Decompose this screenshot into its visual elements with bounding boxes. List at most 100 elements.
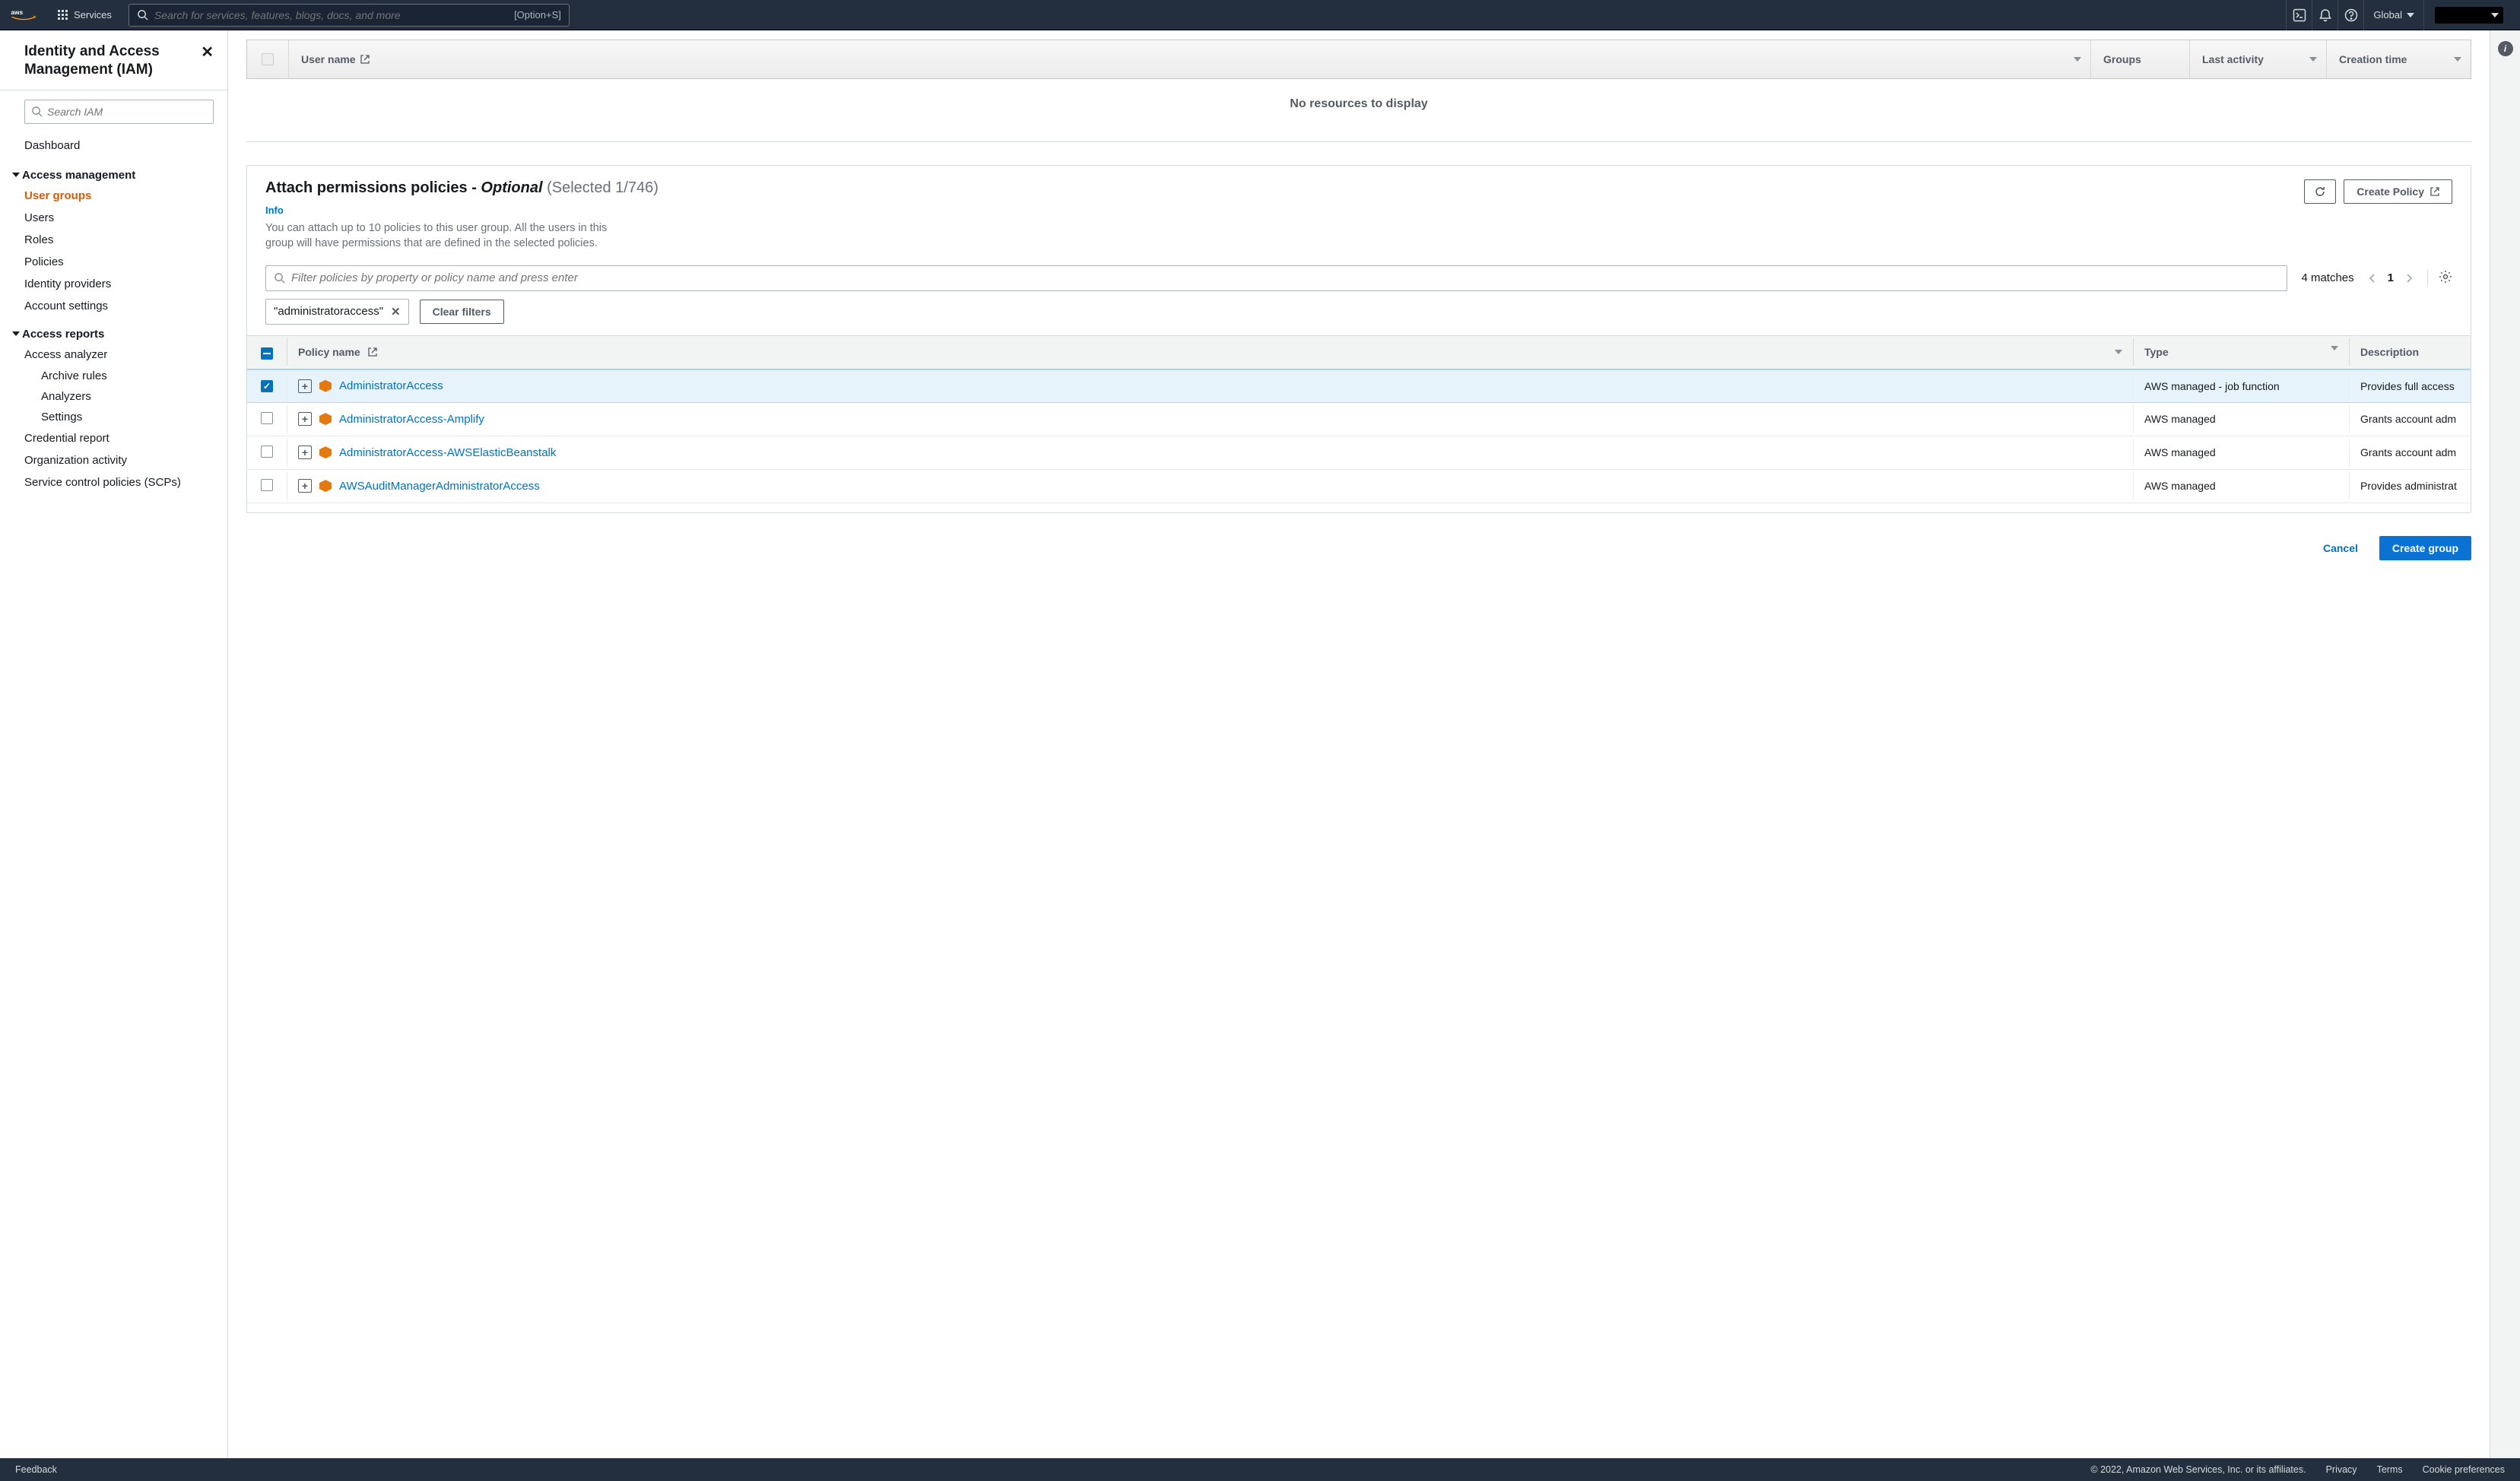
help-panel-toggle[interactable]: i <box>2498 41 2513 56</box>
policy-name-link[interactable]: AdministratorAccess <box>339 379 443 392</box>
policy-filter[interactable] <box>265 265 2287 291</box>
next-page-button[interactable] <box>2406 273 2414 284</box>
nav-section-label: Access reports <box>22 328 104 341</box>
policy-type-cell: AWS managed <box>2133 405 2349 433</box>
col-policy-description[interactable]: Description <box>2349 338 2471 366</box>
refresh-icon <box>2314 186 2326 198</box>
table-settings-button[interactable] <box>2427 270 2452 286</box>
top-navigation: aws Services [Option+S] Global <box>0 0 2520 30</box>
policy-row-checkbox[interactable] <box>247 404 287 434</box>
chevron-down-icon <box>12 173 20 177</box>
nav-section-access-reports[interactable]: Access reports <box>0 317 227 344</box>
chevron-down-icon <box>12 331 20 336</box>
nav-scps[interactable]: Service control policies (SCPs) <box>0 471 227 493</box>
nav-dashboard[interactable]: Dashboard <box>0 133 227 158</box>
nav-organization-activity[interactable]: Organization activity <box>0 449 227 471</box>
aws-logo[interactable]: aws <box>11 8 36 23</box>
col-user-name[interactable]: User name <box>288 40 2090 78</box>
title-prefix: Attach permissions policies - <box>265 179 481 196</box>
help-button[interactable] <box>2338 0 2363 30</box>
policy-filter-input[interactable] <box>291 271 2279 284</box>
info-link[interactable]: Info <box>265 205 659 216</box>
sort-icon <box>2331 346 2338 350</box>
expand-button[interactable]: + <box>298 412 312 426</box>
expand-button[interactable]: + <box>298 379 312 393</box>
search-icon <box>137 9 148 21</box>
header-actions: Create Policy <box>2304 179 2452 252</box>
clear-filters-button[interactable]: Clear filters <box>420 300 504 324</box>
account-menu[interactable] <box>2423 0 2509 30</box>
policy-row-checkbox[interactable] <box>247 372 287 400</box>
prev-page-button[interactable] <box>2368 273 2376 284</box>
selected-count: (Selected 1/746) <box>547 179 659 196</box>
copyright: © 2022, Amazon Web Services, Inc. or its… <box>2090 1464 2306 1475</box>
sidebar-search-input[interactable] <box>47 106 207 118</box>
close-sidebar-button[interactable]: ✕ <box>201 43 214 62</box>
filter-row: 4 matches 1 <box>247 252 2471 299</box>
cancel-button[interactable]: Cancel <box>2311 536 2370 560</box>
policy-name-cell: + AdministratorAccess-Amplify <box>287 404 2133 433</box>
nav-user-groups[interactable]: User groups <box>0 185 227 207</box>
cloudshell-button[interactable] <box>2286 0 2312 30</box>
chevron-down-icon <box>2407 13 2414 17</box>
account-name-redacted <box>2435 7 2503 24</box>
expand-button[interactable]: + <box>298 446 312 459</box>
col-groups[interactable]: Groups <box>2090 40 2189 78</box>
button-label: Create Policy <box>2357 186 2424 198</box>
chip-remove-button[interactable]: ✕ <box>391 305 401 319</box>
policy-name-cell: + AWSAuditManagerAdministratorAccess <box>287 471 2133 500</box>
col-policy-type[interactable]: Type <box>2133 338 2349 366</box>
col-policy-name[interactable]: Policy name <box>287 338 2133 366</box>
nav-archive-rules[interactable]: Archive rules <box>0 366 227 386</box>
global-search-input[interactable] <box>154 9 514 21</box>
nav-policies[interactable]: Policies <box>0 251 227 273</box>
services-menu-button[interactable]: Services <box>50 6 119 24</box>
button-label: Create group <box>2392 542 2458 554</box>
create-policy-button[interactable]: Create Policy <box>2344 179 2452 204</box>
nav-account-settings[interactable]: Account settings <box>0 295 227 317</box>
nav-section-access-management[interactable]: Access management <box>0 158 227 185</box>
policy-icon <box>319 413 332 425</box>
privacy-link[interactable]: Privacy <box>2326 1464 2357 1475</box>
nav-credential-report[interactable]: Credential report <box>0 427 227 449</box>
cookie-preferences-link[interactable]: Cookie preferences <box>2423 1464 2505 1475</box>
chevron-down-icon <box>2491 13 2499 17</box>
nav-roles[interactable]: Roles <box>0 229 227 251</box>
col-last-activity[interactable]: Last activity <box>2189 40 2326 78</box>
col-label: Description <box>2360 346 2419 358</box>
region-selector[interactable]: Global <box>2363 0 2423 30</box>
checkbox-disabled <box>262 53 274 65</box>
col-creation-time[interactable]: Creation time <box>2326 40 2471 78</box>
nav-analyzer-settings[interactable]: Settings <box>0 407 227 427</box>
select-all-policies[interactable] <box>247 337 287 367</box>
refresh-button[interactable] <box>2304 179 2336 204</box>
chip-label: "administratoraccess" <box>274 305 383 318</box>
global-search[interactable]: [Option+S] <box>129 4 570 27</box>
policy-desc-cell: Provides administrat <box>2349 472 2471 499</box>
section-description: You can attach up to 10 policies to this… <box>265 220 615 252</box>
nav-identity-providers[interactable]: Identity providers <box>0 273 227 295</box>
feedback-link[interactable]: Feedback <box>15 1464 57 1475</box>
policy-desc-cell: Provides full access <box>2349 373 2471 400</box>
main-content: User name Groups Last activity Creation … <box>228 30 2490 1458</box>
nav-section-label: Access management <box>22 169 135 182</box>
region-label: Global <box>2373 9 2402 21</box>
filter-chip: "administratoraccess" ✕ <box>265 299 409 325</box>
policy-row-checkbox[interactable] <box>247 471 287 501</box>
sidebar-search-box[interactable] <box>24 100 214 124</box>
pagination: 1 <box>2368 271 2414 284</box>
nav-users[interactable]: Users <box>0 207 227 229</box>
attach-policies-header: Attach permissions policies - Optional (… <box>247 166 2471 252</box>
policy-name-link[interactable]: AWSAuditManagerAdministratorAccess <box>339 480 540 493</box>
create-group-button[interactable]: Create group <box>2379 536 2471 560</box>
expand-button[interactable]: + <box>298 479 312 493</box>
notifications-button[interactable] <box>2312 0 2338 30</box>
policy-icon <box>319 446 332 458</box>
terms-link[interactable]: Terms <box>2377 1464 2403 1475</box>
policy-name-link[interactable]: AdministratorAccess-AWSElasticBeanstalk <box>339 446 556 459</box>
policy-name-link[interactable]: AdministratorAccess-Amplify <box>339 413 484 426</box>
checkbox <box>261 412 273 424</box>
policy-row-checkbox[interactable] <box>247 438 287 468</box>
nav-access-analyzer[interactable]: Access analyzer <box>0 344 227 366</box>
nav-analyzers[interactable]: Analyzers <box>0 386 227 407</box>
